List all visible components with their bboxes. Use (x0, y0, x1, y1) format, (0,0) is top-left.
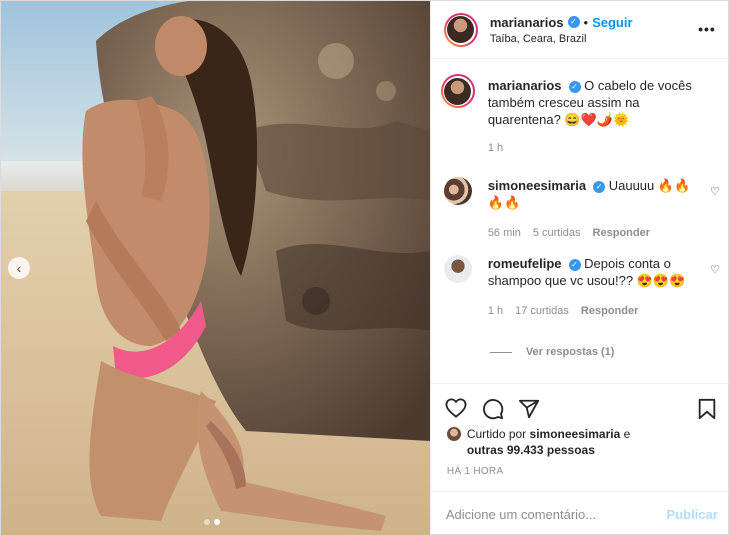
follow-button[interactable]: Seguir (592, 15, 632, 30)
header-text: marianarios ✓ • Seguir Taíba, Ceara, Bra… (490, 15, 633, 45)
post-location[interactable]: Taíba, Ceara, Brazil (490, 33, 633, 45)
liker-avatar[interactable] (446, 427, 461, 441)
liked-by-text: Curtido por simoneesimaria e outras 99.4… (467, 426, 630, 458)
caption-meta: 1 h (488, 140, 694, 157)
liked-by-prefix: Curtido por (466, 427, 527, 441)
comment-time[interactable]: 1 h (488, 303, 503, 320)
verified-badge-icon: ✓ (567, 16, 580, 28)
save-bookmark-icon[interactable] (697, 398, 717, 420)
comment-username[interactable]: romeufelipe (488, 256, 562, 271)
reply-button[interactable]: Responder (581, 303, 638, 320)
add-comment-bar: Publicar (430, 491, 729, 535)
publish-button[interactable]: Publicar (667, 507, 718, 522)
caption-time[interactable]: 1 h (488, 140, 503, 157)
avatar-inner (442, 76, 473, 106)
reply-button[interactable]: Responder (593, 225, 650, 242)
post-timestamp[interactable]: HÁ 1 HORA (447, 466, 504, 477)
view-replies-label: Ver respostas (1) (525, 346, 615, 358)
verified-badge-icon: ✓ (593, 180, 606, 193)
avatar-image (444, 77, 472, 105)
liker-username[interactable]: simoneesimaria (530, 427, 621, 441)
avatar-image (447, 16, 475, 43)
liked-by-connector: e (623, 427, 631, 441)
share-icon[interactable] (518, 398, 540, 420)
more-options-icon[interactable]: ••• (698, 21, 716, 37)
comment-item: simoneesimaria ✓ Uauuuu 🔥🔥🔥🔥 56 min 5 cur… (443, 177, 724, 242)
carousel-prev-button[interactable]: ‹ (8, 257, 30, 279)
comment-meta: 1 h 17 curtidas Responder (488, 303, 694, 320)
comment-meta: 56 min 5 curtidas Responder (488, 225, 694, 242)
instagram-post: ‹ marianarios ✓ • Seguir Taíba, Ceara, B… (0, 0, 729, 535)
caption-body: marianarios ✓ O cabelo de vocês também cr… (488, 77, 694, 157)
post-header: marianarios ✓ • Seguir Taíba, Ceara, Bra… (430, 1, 729, 59)
comment-input[interactable] (445, 506, 667, 522)
comment-avatar[interactable] (443, 255, 472, 283)
author-username[interactable]: marianarios (490, 15, 564, 30)
comment-item: romeufelipe ✓ Depois conta o shampoo que … (443, 255, 724, 320)
carousel-dot (204, 519, 210, 525)
avatar-inner (445, 14, 476, 45)
like-comment-heart-icon[interactable]: ♡ (710, 263, 720, 276)
caption: marianarios ✓ O cabelo de vocês também cr… (440, 74, 724, 157)
caption-avatar[interactable] (440, 74, 475, 108)
header-line: marianarios ✓ • Seguir (490, 15, 633, 30)
verified-badge-icon: ✓ (568, 80, 581, 93)
like-heart-icon[interactable] (445, 398, 467, 418)
replies-line (489, 351, 512, 353)
verified-badge-icon: ✓ (568, 258, 581, 271)
separator-dot: • (583, 14, 589, 30)
view-replies-button[interactable]: Ver respostas (1) (489, 346, 615, 358)
comment-body: romeufelipe ✓ Depois conta o shampoo que … (488, 255, 694, 320)
photo-figure (82, 16, 386, 531)
comment-icon[interactable] (482, 398, 504, 420)
carousel-indicator (204, 519, 220, 525)
comment-avatar[interactable] (443, 177, 472, 205)
post-panel: marianarios ✓ • Seguir Taíba, Ceara, Bra… (429, 1, 729, 535)
action-bar (430, 383, 729, 423)
post-media[interactable]: ‹ (1, 1, 430, 535)
like-comment-heart-icon[interactable]: ♡ (710, 185, 720, 198)
comments-list[interactable]: marianarios ✓ O cabelo de vocês também cr… (431, 59, 729, 383)
chevron-left-icon: ‹ (16, 260, 22, 276)
comment-time[interactable]: 56 min (488, 225, 521, 242)
comment-body: simoneesimaria ✓ Uauuuu 🔥🔥🔥🔥 56 min 5 cur… (488, 177, 694, 242)
caption-username[interactable]: marianarios (488, 78, 562, 93)
liked-by-others[interactable]: outras 99.433 pessoas (467, 443, 595, 457)
author-avatar[interactable] (443, 12, 478, 47)
comment-likes[interactable]: 5 curtidas (533, 225, 581, 242)
comment-username[interactable]: simoneesimaria (488, 178, 586, 193)
comment-likes[interactable]: 17 curtidas (515, 303, 569, 320)
carousel-dot-active (214, 519, 220, 525)
liked-by: Curtido por simoneesimaria e outras 99.4… (446, 426, 630, 458)
